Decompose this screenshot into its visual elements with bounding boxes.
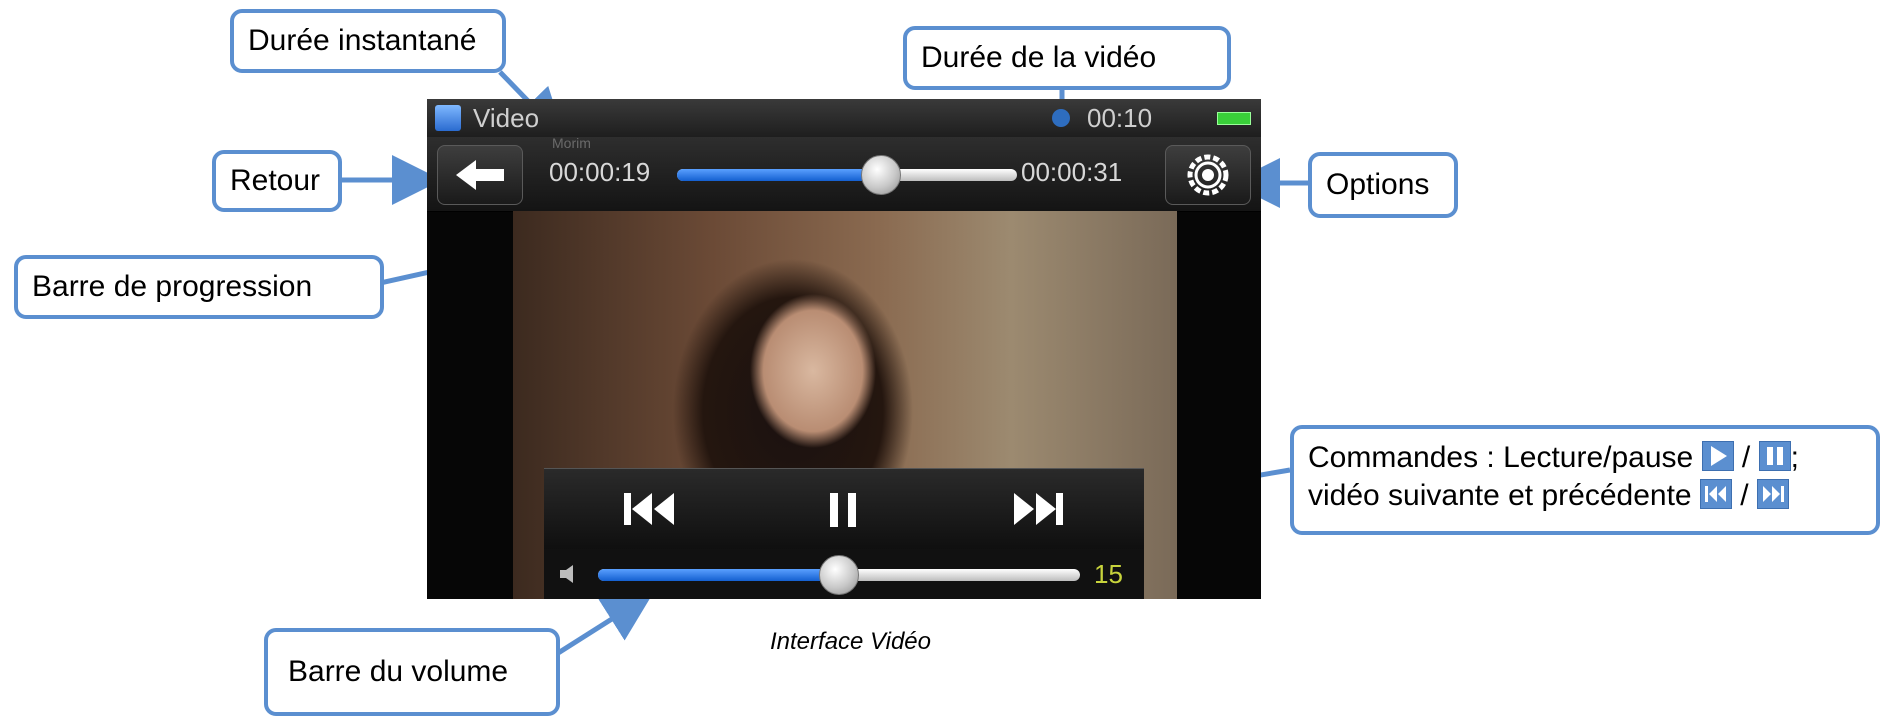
play-icon bbox=[1701, 441, 1734, 471]
gear-icon bbox=[1187, 154, 1229, 196]
volume-level: 15 bbox=[1094, 559, 1123, 589]
skip-next-icon[interactable] bbox=[1010, 489, 1066, 529]
total-time: 00:00:31 bbox=[1021, 157, 1123, 187]
callout-duree-instantane-text: Durée instantané bbox=[248, 24, 477, 57]
callout-duree-video: Durée de la vidéo bbox=[903, 26, 1231, 90]
volume-slider[interactable] bbox=[598, 555, 1080, 595]
volume-fill bbox=[598, 569, 839, 581]
back-button[interactable] bbox=[437, 145, 523, 205]
volume-bar-area: 15 bbox=[544, 549, 1144, 599]
commandes-line2-text: vidéo suivante et précédente bbox=[1308, 479, 1692, 512]
progress-bar[interactable] bbox=[677, 155, 1017, 195]
options-button[interactable] bbox=[1165, 145, 1251, 205]
callout-barre-progression-text: Barre de progression bbox=[32, 270, 313, 303]
track-subtitle: Morim bbox=[552, 135, 591, 151]
skip-previous-icon[interactable] bbox=[622, 489, 678, 529]
app-title: Video bbox=[473, 103, 540, 133]
pause-small-icon bbox=[1758, 441, 1791, 471]
battery-icon bbox=[1217, 112, 1251, 125]
status-bar: Video 00:10 bbox=[427, 99, 1261, 137]
figure-caption: Interface Vidéo bbox=[770, 628, 932, 655]
back-arrow-icon bbox=[456, 160, 504, 190]
video-clapper-icon bbox=[435, 105, 461, 131]
clock: 00:10 bbox=[1087, 103, 1153, 133]
callout-barre-volume-text: Barre du volume bbox=[288, 655, 509, 688]
commandes-line1-text: Commandes : Lecture/pause bbox=[1308, 441, 1694, 474]
callout-commandes: Commandes : Lecture/pause / ; vidéo suiv… bbox=[1290, 425, 1880, 535]
pause-icon[interactable] bbox=[826, 489, 862, 529]
progress-knob[interactable] bbox=[861, 155, 901, 195]
volume-knob[interactable] bbox=[819, 555, 859, 595]
video-player-screen: Video 00:10 Morim 00:00:19 00:00:31 15 bbox=[427, 99, 1261, 599]
previous-small-icon bbox=[1699, 479, 1732, 509]
commandes-line1-end: ; bbox=[1790, 441, 1799, 474]
callout-duree-video-text: Durée de la vidéo bbox=[921, 41, 1157, 74]
callout-commandes-line1: Commandes : Lecture/pause / ; bbox=[1308, 439, 1862, 477]
callout-retour-text: Retour bbox=[230, 164, 321, 197]
callout-retour: Retour bbox=[212, 150, 342, 212]
callout-barre-volume: Barre du volume bbox=[264, 628, 560, 716]
progress-fill bbox=[677, 169, 881, 181]
connection-icon bbox=[1052, 109, 1070, 127]
callout-options-text: Options bbox=[1326, 168, 1430, 201]
top-bar: Morim 00:00:19 00:00:31 bbox=[427, 135, 1261, 212]
callout-barre-progression: Barre de progression bbox=[14, 255, 384, 319]
callout-duree-instantane: Durée instantané bbox=[230, 9, 506, 73]
next-small-icon bbox=[1756, 479, 1789, 509]
commandes-line2-sep: / bbox=[1740, 479, 1749, 512]
callout-commandes-line2: vidéo suivante et précédente / bbox=[1308, 477, 1862, 515]
commandes-line1-sep: / bbox=[1741, 441, 1751, 474]
current-time: 00:00:19 bbox=[549, 157, 651, 187]
callout-options: Options bbox=[1308, 152, 1458, 218]
arrow-volume bbox=[553, 592, 654, 658]
speaker-icon bbox=[560, 565, 573, 583]
playback-controls bbox=[544, 468, 1144, 550]
